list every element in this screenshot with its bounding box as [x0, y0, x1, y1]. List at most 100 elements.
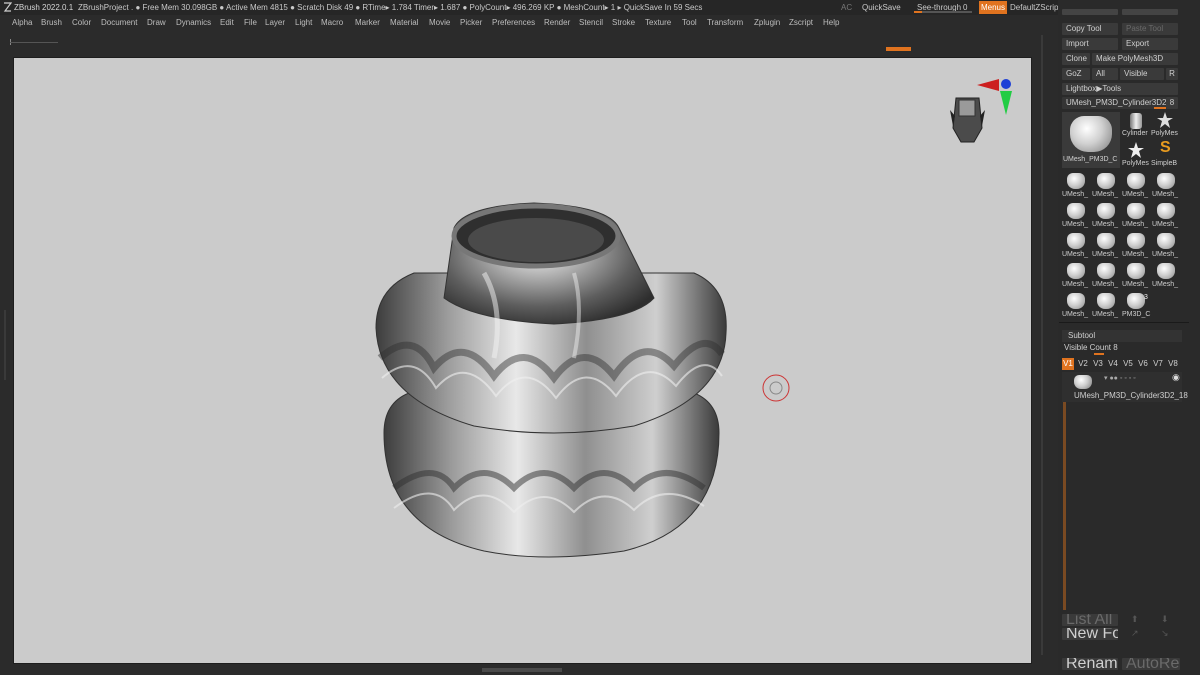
menu-help[interactable]: Help: [823, 15, 839, 31]
move-up-icon[interactable]: ⬆: [1131, 614, 1139, 625]
visibility-tab-v8[interactable]: V8: [1167, 358, 1179, 370]
goz-button[interactable]: GoZ: [1062, 68, 1090, 80]
subtool-list-item[interactable]: ▾ ●● ◦ ◦ ◦ ◦ ◉ UMesh_PM3D_Cylinder3D2_18: [1062, 372, 1188, 402]
tool-thumb-umesh[interactable]: UMesh_: [1122, 172, 1150, 200]
menu-file[interactable]: File: [244, 15, 257, 31]
menu-transform[interactable]: Transform: [707, 15, 743, 31]
menu-movie[interactable]: Movie: [429, 15, 450, 31]
visibility-tab-v1[interactable]: V1: [1062, 358, 1074, 370]
menus-toggle-button[interactable]: Menus: [979, 1, 1007, 14]
tool-thumb-umesh[interactable]: UMesh_: [1152, 172, 1180, 200]
tool-thumb-umesh[interactable]: UMesh_: [1062, 292, 1090, 320]
menu-zscript[interactable]: Zscript: [789, 15, 813, 31]
rename-button[interactable]: Rename: [1062, 658, 1118, 670]
tool-thumb-cylinder[interactable]: Cylinder: [1122, 112, 1150, 140]
visibility-tab-v2[interactable]: V2: [1077, 358, 1089, 370]
menu-color[interactable]: Color: [72, 15, 91, 31]
tool-thumb-umesh[interactable]: UMesh_: [1062, 232, 1090, 260]
tool-thumb-umesh[interactable]: UMesh_: [1122, 202, 1150, 230]
subtool-list-scrollbar[interactable]: [1063, 372, 1066, 610]
clone-button[interactable]: Clone: [1062, 53, 1090, 65]
bottom-tray-handle[interactable]: [482, 668, 562, 672]
copy-tool-button[interactable]: Copy Tool: [1062, 23, 1118, 35]
menu-material[interactable]: Material: [390, 15, 418, 31]
subtool-header[interactable]: Subtool: [1062, 330, 1182, 342]
menu-brush[interactable]: Brush: [41, 15, 62, 31]
tool-thumb-simplebrush[interactable]: S SimpleB: [1151, 139, 1179, 170]
tool-thumb-umesh[interactable]: UMesh_: [1092, 232, 1120, 260]
menu-marker[interactable]: Marker: [355, 15, 380, 31]
export-button[interactable]: Export: [1122, 38, 1178, 50]
canvas-viewport[interactable]: [14, 58, 1031, 663]
visibility-tab-v4[interactable]: V4: [1107, 358, 1119, 370]
visibility-tab-v6[interactable]: V6: [1137, 358, 1149, 370]
new-folder-button[interactable]: New Folder: [1062, 628, 1118, 640]
menu-light[interactable]: Light: [295, 15, 312, 31]
lightbox-tools-button[interactable]: Lightbox▶Tools: [1062, 83, 1178, 95]
menu-dynamics[interactable]: Dynamics: [176, 15, 211, 31]
goz-all-button[interactable]: All: [1092, 68, 1118, 80]
move-down-icon[interactable]: ⬇: [1161, 614, 1169, 625]
menu-document[interactable]: Document: [101, 15, 137, 31]
menu-render[interactable]: Render: [544, 15, 570, 31]
shelf-tab-indicator[interactable]: [886, 47, 911, 51]
autoreorder-button[interactable]: AutoReorder: [1122, 658, 1180, 670]
tool-thumb-polymesh-2[interactable]: PolyMes: [1122, 142, 1150, 170]
menu-stencil[interactable]: Stencil: [579, 15, 603, 31]
tool-thumb-umesh[interactable]: UMesh_: [1062, 202, 1090, 230]
tool-thumb-label: UMesh_: [1152, 191, 1179, 198]
menu-tool[interactable]: Tool: [682, 15, 697, 31]
menu-alpha[interactable]: Alpha: [12, 15, 32, 31]
list-all-button[interactable]: List All: [1062, 614, 1118, 626]
menu-layer[interactable]: Layer: [265, 15, 285, 31]
tool-thumb-umesh[interactable]: UMesh_: [1152, 232, 1180, 260]
sculpt-mesh[interactable]: [375, 202, 727, 558]
visibility-tab-v7[interactable]: V7: [1152, 358, 1164, 370]
paste-tool-button[interactable]: Paste Tool: [1122, 23, 1178, 35]
default-zscript-button[interactable]: DefaultZScript: [1010, 0, 1061, 15]
visibility-tab-v5[interactable]: V5: [1122, 358, 1134, 370]
tool-thumb-umesh[interactable]: UMesh_: [1092, 262, 1120, 290]
tool-thumb-umesh[interactable]: UMesh_: [1122, 262, 1150, 290]
tool-thumb-umesh[interactable]: UMesh_: [1092, 292, 1120, 320]
arrow-down-right-icon[interactable]: ↘: [1161, 628, 1169, 639]
tool-thumb-umesh[interactable]: UMesh_: [1092, 172, 1120, 200]
arrow-up-right-icon[interactable]: ↗: [1131, 628, 1139, 639]
ac-button[interactable]: AC: [841, 0, 852, 15]
menu-preferences[interactable]: Preferences: [492, 15, 535, 31]
goz-visible-button[interactable]: Visible: [1120, 68, 1164, 80]
visible-count-slider[interactable]: [1094, 353, 1104, 355]
left-tray-handle[interactable]: [2, 310, 8, 380]
visibility-tab-v3[interactable]: V3: [1092, 358, 1104, 370]
see-through-slider[interactable]: [914, 11, 972, 13]
menu-edit[interactable]: Edit: [220, 15, 234, 31]
tool-thumb-umesh[interactable]: UMesh_: [1152, 262, 1180, 290]
goz-r-button[interactable]: R: [1166, 68, 1178, 80]
eye-icon[interactable]: ◉: [1172, 372, 1180, 383]
load-tool-button[interactable]: [1062, 9, 1118, 15]
star-icon: [1157, 112, 1173, 128]
make-polymesh3d-button[interactable]: Make PolyMesh3D: [1092, 53, 1178, 65]
document-canvas[interactable]: [13, 57, 1032, 664]
navigation-head-gizmo[interactable]: [950, 97, 985, 143]
tool-thumb-umesh[interactable]: PM3D_C 3: [1122, 292, 1150, 320]
tool-thumb-umesh[interactable]: UMesh_: [1152, 202, 1180, 230]
tool-thumb-polymesh-1[interactable]: PolyMes: [1151, 112, 1179, 140]
tool-thumb-umesh[interactable]: UMesh_: [1062, 262, 1090, 290]
current-tool-name[interactable]: UMesh_PM3D_Cylinder3D2_1: [1062, 97, 1166, 109]
menu-draw[interactable]: Draw: [147, 15, 166, 31]
tool-thumb-umesh[interactable]: UMesh_: [1062, 172, 1090, 200]
axis-gizmo-icon[interactable]: [977, 79, 1012, 115]
save-as-button[interactable]: [1122, 9, 1178, 15]
active-tool-thumbnail[interactable]: UMesh_PM3D_C: [1062, 112, 1120, 168]
tool-thumb-umesh[interactable]: UMesh_: [1092, 202, 1120, 230]
tool-thumb-umesh[interactable]: UMesh_: [1122, 232, 1150, 260]
quicksave-button[interactable]: QuickSave: [862, 0, 901, 15]
import-button[interactable]: Import: [1062, 38, 1118, 50]
menu-zplugin[interactable]: Zplugin: [754, 15, 780, 31]
right-tray-handle[interactable]: [1038, 35, 1046, 655]
menu-picker[interactable]: Picker: [460, 15, 482, 31]
menu-macro[interactable]: Macro: [321, 15, 343, 31]
menu-texture[interactable]: Texture: [645, 15, 671, 31]
menu-stroke[interactable]: Stroke: [612, 15, 635, 31]
